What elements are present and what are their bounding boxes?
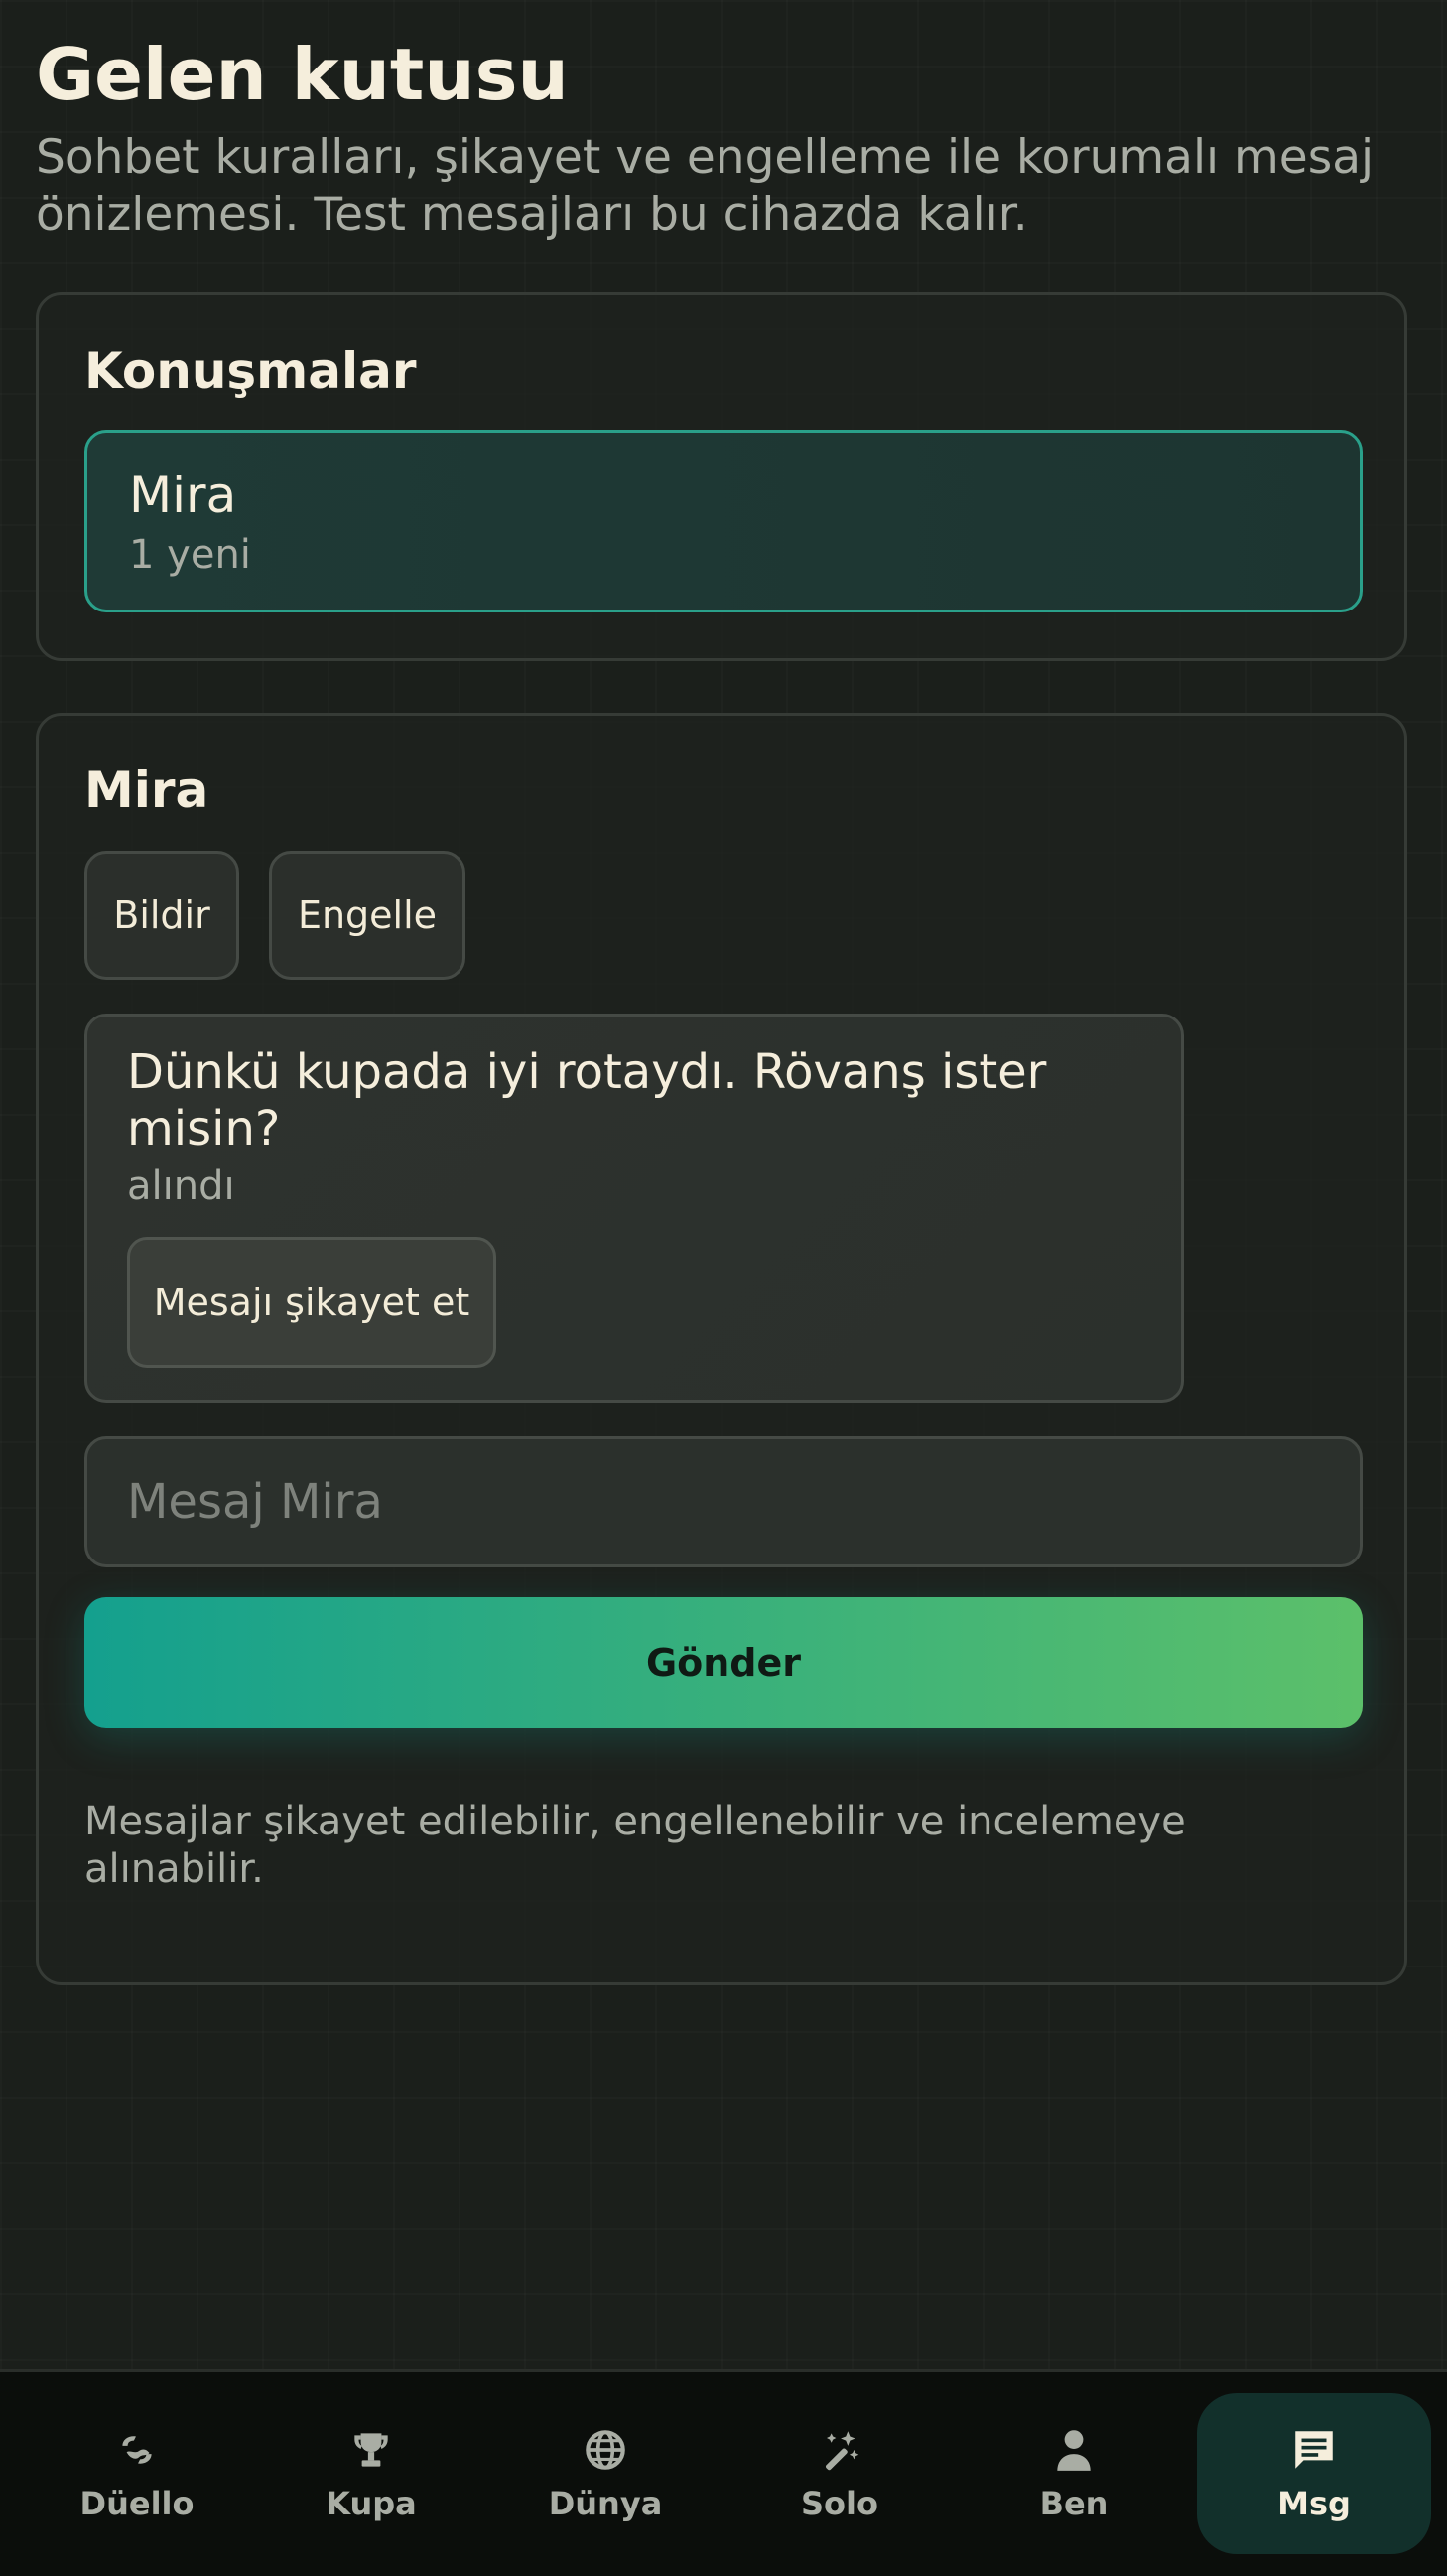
message-icon [1295,2431,1333,2469]
conversations-heading: Konuşmalar [84,342,417,400]
tab-solo[interactable]: Solo [723,2393,957,2554]
tab-label: Düello [79,2485,195,2522]
tab-label: Dünya [548,2485,663,2522]
duel-icon [122,2436,152,2464]
message-status: alındı [127,1163,235,1209]
conversations-card: Konuşmalar Mira 1 yeni [36,292,1407,661]
send-button[interactable]: Gönder [84,1597,1363,1728]
moderation-note: Mesajlar şikayet edilebilir, engellenebi… [84,1799,1186,1892]
tab-label: Solo [801,2485,878,2522]
tab-kupa[interactable]: Kupa [254,2393,488,2554]
tab-ben[interactable]: Ben [957,2393,1191,2554]
page-title: Gelen kutusu [36,33,569,116]
report-message-button[interactable]: Mesajı şikayet et [127,1237,496,1368]
tab-msg[interactable]: Msg [1197,2393,1431,2554]
conversation-name: Mira [129,467,237,524]
chat-heading: Mira [84,761,209,819]
tab-label: Msg [1277,2485,1351,2522]
block-user-button[interactable]: Engelle [269,851,465,980]
chat-card: Mira Bildir Engelle Dünkü kupada iyi rot… [36,713,1407,1985]
tab-dunya[interactable]: Dünya [488,2393,723,2554]
person-icon [1057,2430,1091,2471]
conversation-unread-count: 1 yeni [129,532,251,578]
message-bubble: Dünkü kupada iyi rotaydı. Rövanş ister m… [84,1014,1184,1403]
tab-label: Kupa [326,2485,417,2522]
globe-icon [586,2430,625,2470]
report-user-button[interactable]: Bildir [84,851,239,980]
wand-icon [825,2431,859,2471]
message-text: Dünkü kupada iyi rotaydı. Rövanş ister m… [127,1044,1047,1156]
tab-label: Ben [1039,2485,1109,2522]
tab-duello[interactable]: Düello [20,2393,254,2554]
bottom-tab-bar: Düello Kupa Dünya Solo Ben Msg [0,2369,1447,2576]
conversation-item-mira[interactable]: Mira 1 yeni [84,430,1363,612]
trophy-icon [354,2433,388,2467]
message-input[interactable] [84,1436,1363,1567]
page-subtitle: Sohbet kuralları, şikayet ve engelleme i… [36,130,1375,242]
